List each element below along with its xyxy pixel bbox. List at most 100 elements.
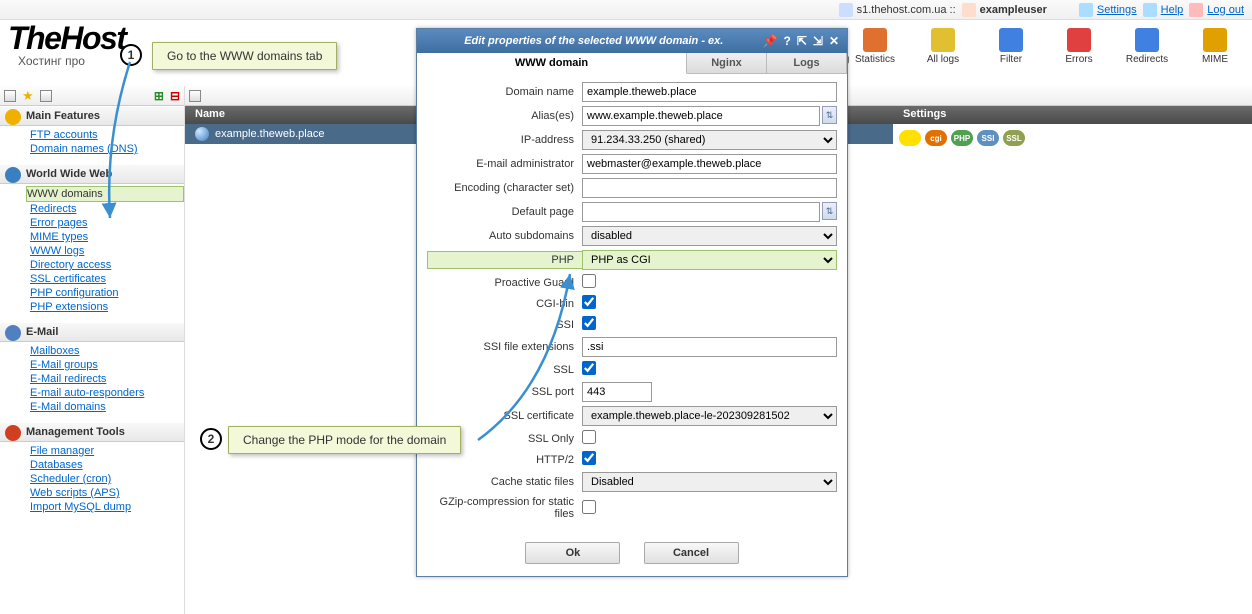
sidebar-item-e-mail-auto-responders[interactable]: E-mail auto-responders xyxy=(30,386,184,400)
tab-logs[interactable]: Logs xyxy=(767,53,847,73)
cache-select[interactable]: Disabled xyxy=(582,472,837,492)
label-php: PHP xyxy=(427,251,582,269)
sidebar-item-directory-access[interactable]: Directory access xyxy=(30,258,184,272)
sidebar-item-e-mail-redirects[interactable]: E-Mail redirects xyxy=(30,372,184,386)
logout-icon xyxy=(1189,3,1203,17)
sidebar-item-ftp-accounts[interactable]: FTP accounts xyxy=(30,128,184,142)
user-label: exampleuser xyxy=(980,4,1047,16)
sidebar-item-www-logs[interactable]: WWW logs xyxy=(30,244,184,258)
sidebar-toolbar: ★ ⊞ ⊟ xyxy=(0,86,184,106)
label-cache: Cache static files xyxy=(427,476,582,488)
col-list-icon[interactable] xyxy=(189,90,201,102)
annotation-callout-2: Change the PHP mode for the domain xyxy=(228,426,461,454)
sidebar-item-error-pages[interactable]: Error pages xyxy=(30,216,184,230)
sidebar-section-management-tools[interactable]: Management Tools xyxy=(0,422,184,442)
aliases-expand-icon[interactable]: ⇅ xyxy=(822,106,837,124)
annotation-number-1: 1 xyxy=(120,44,142,66)
php-select[interactable]: PHP as CGI xyxy=(582,250,837,270)
badge-PHP: PHP xyxy=(951,130,973,146)
sidebar-item-redirects[interactable]: Redirects xyxy=(30,202,184,216)
tab-www-domain[interactable]: WWW domain xyxy=(417,53,687,74)
ssl-checkbox[interactable] xyxy=(582,361,596,375)
http2-checkbox[interactable] xyxy=(582,451,596,465)
sidebar-section-main-features[interactable]: Main Features xyxy=(0,106,184,126)
encoding-input[interactable] xyxy=(582,178,837,198)
label-cgi: CGI-bin xyxy=(427,298,582,310)
settings-link[interactable]: Settings xyxy=(1097,4,1137,16)
tool-errors[interactable]: Errors xyxy=(1050,28,1108,65)
aliases-input[interactable] xyxy=(582,106,820,126)
restore-icon[interactable]: ⇲ xyxy=(813,34,823,48)
close-icon[interactable]: ✕ xyxy=(829,34,839,48)
badge-SSL: SSL xyxy=(1003,130,1025,146)
ssi-checkbox[interactable] xyxy=(582,316,596,330)
edit-domain-dialog: Edit properties of the selected WWW doma… xyxy=(416,28,848,577)
server-label: s1.thehost.com.ua :: xyxy=(857,4,956,16)
logout-link[interactable]: Log out xyxy=(1207,4,1244,16)
maximize-icon[interactable]: ⇱ xyxy=(797,34,807,48)
help-dialog-icon[interactable]: ? xyxy=(783,34,790,48)
annotation-number-2: 2 xyxy=(200,428,222,450)
sidebar-item-domain-names-dns-[interactable]: Domain names (DNS) xyxy=(30,142,184,156)
sslcert-select[interactable]: example.theweb.place-le-202309281502 xyxy=(582,406,837,426)
star-icon[interactable]: ★ xyxy=(22,88,34,104)
dialog-form: Domain name Alias(es)⇅ IP-address91.234.… xyxy=(417,74,847,532)
dialog-tabs: WWW domain Nginx Logs xyxy=(417,53,847,74)
sidebar-item-file-manager[interactable]: File manager xyxy=(30,444,184,458)
cgi-checkbox[interactable] xyxy=(582,295,596,309)
sidebar-item-www-domains[interactable]: WWW domains xyxy=(26,186,184,202)
default-page-input[interactable] xyxy=(582,202,820,222)
settings-header: Settings xyxy=(893,106,1252,124)
dialog-header[interactable]: Edit properties of the selected WWW doma… xyxy=(417,29,847,53)
label-default-page: Default page xyxy=(427,206,582,218)
tool-filter[interactable]: Filter xyxy=(982,28,1040,65)
pin-icon[interactable]: 📌 xyxy=(763,34,778,48)
sidebar-section-world-wide-web[interactable]: World Wide Web xyxy=(0,164,184,184)
proactive-checkbox[interactable] xyxy=(582,274,596,288)
expand-icon[interactable] xyxy=(40,90,52,102)
sslport-input[interactable] xyxy=(582,382,652,402)
server-icon xyxy=(839,3,853,17)
tool-all-logs[interactable]: All logs xyxy=(914,28,972,65)
label-email: E-mail administrator xyxy=(427,158,582,170)
domain-name-input[interactable] xyxy=(582,82,837,102)
sidebar-item-web-scripts-aps-[interactable]: Web scripts (APS) xyxy=(30,486,184,500)
sidebar-item-e-mail-groups[interactable]: E-Mail groups xyxy=(30,358,184,372)
email-input[interactable] xyxy=(582,154,837,174)
sslonly-checkbox[interactable] xyxy=(582,430,596,444)
tool-statistics[interactable]: Statistics xyxy=(846,28,904,65)
sidebar-item-mailboxes[interactable]: Mailboxes xyxy=(30,344,184,358)
sidebar-item-ssl-certificates[interactable]: SSL certificates xyxy=(30,272,184,286)
ip-select[interactable]: 91.234.33.250 (shared) xyxy=(582,130,837,150)
tab-nginx[interactable]: Nginx xyxy=(687,53,767,73)
sidebar-item-mime-types[interactable]: MIME types xyxy=(30,230,184,244)
ssiext-input[interactable] xyxy=(582,337,837,357)
default-expand-icon[interactable]: ⇅ xyxy=(822,202,837,220)
autosub-select[interactable]: disabled xyxy=(582,226,837,246)
sidebar-item-php-extensions[interactable]: PHP extensions xyxy=(30,300,184,314)
logo: TheHost xyxy=(8,20,126,57)
sidebar-item-import-mysql-dump[interactable]: Import MySQL dump xyxy=(30,500,184,514)
label-autosub: Auto subdomains xyxy=(427,230,582,242)
help-link[interactable]: Help xyxy=(1161,4,1184,16)
sidebar-item-e-mail-domains[interactable]: E-Mail domains xyxy=(30,400,184,414)
annotation-callout-1: Go to the WWW domains tab xyxy=(152,42,337,70)
list-icon[interactable] xyxy=(4,90,16,102)
top-bar: s1.thehost.com.ua :: exampleuser Setting… xyxy=(0,0,1252,20)
settings-icon xyxy=(1079,3,1093,17)
sidebar-item-php-configuration[interactable]: PHP configuration xyxy=(30,286,184,300)
sidebar-item-databases[interactable]: Databases xyxy=(30,458,184,472)
minus-icon[interactable]: ⊟ xyxy=(170,89,180,103)
badge-bulb xyxy=(899,130,921,146)
label-http2: HTTP/2 xyxy=(427,454,582,466)
cancel-button[interactable]: Cancel xyxy=(644,542,739,564)
globe-icon xyxy=(195,127,209,141)
plus-icon[interactable]: ⊞ xyxy=(154,89,164,103)
sidebar-section-e-mail[interactable]: E-Mail xyxy=(0,322,184,342)
gzip-checkbox[interactable] xyxy=(582,500,596,514)
ok-button[interactable]: Ok xyxy=(525,542,620,564)
label-ssl: SSL xyxy=(427,364,582,376)
sidebar-item-scheduler-cron-[interactable]: Scheduler (cron) xyxy=(30,472,184,486)
tool-redirects[interactable]: Redirects xyxy=(1118,28,1176,65)
tool-mime[interactable]: MIME xyxy=(1186,28,1244,65)
